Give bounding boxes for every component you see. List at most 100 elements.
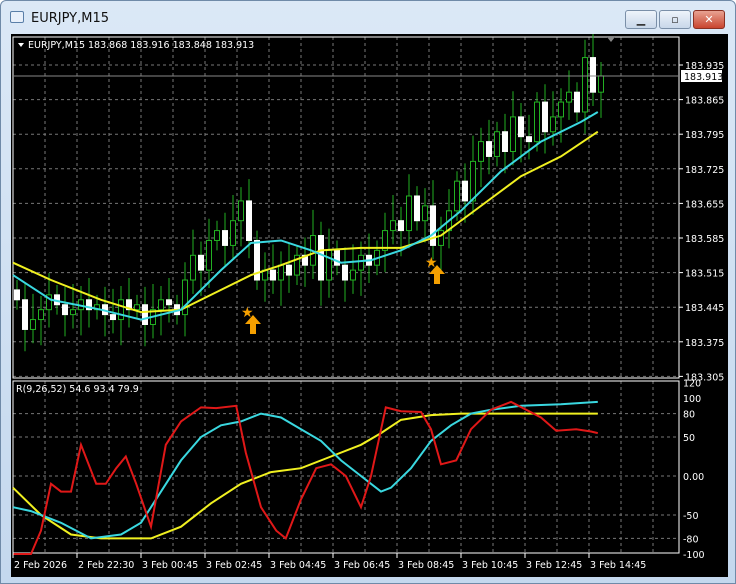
price-label: 183.375 <box>685 338 724 349</box>
bull-candle <box>598 75 604 93</box>
bull-candle <box>214 230 220 241</box>
bull-candle <box>454 180 460 212</box>
time-label: 3 Feb 10:45 <box>462 560 518 571</box>
time-label: 3 Feb 14:45 <box>590 560 646 571</box>
time-label: 3 Feb 00:45 <box>142 560 198 571</box>
time-label: 2 Feb 22:30 <box>78 560 134 571</box>
bull-candle <box>478 141 484 162</box>
bear-candle <box>526 136 532 143</box>
dropdown-triangle-icon[interactable] <box>18 43 24 47</box>
bull-candle <box>134 304 140 311</box>
price-label: 183.445 <box>685 303 724 314</box>
bear-candle <box>198 254 204 271</box>
price-label: 183.935 <box>685 61 724 72</box>
bear-candle <box>318 235 324 281</box>
price-chart[interactable]: ★ ★ EURJPY,M15 183.868 183.916 183.848 18… <box>11 34 728 577</box>
lines <box>12 111 599 555</box>
indicator-level-label: 0.00 <box>683 472 704 483</box>
chart-window: EURJPY,M15 ▁ ▫ ✕ ★ ★ EURJPY,M15 183.868 1… <box>0 0 736 584</box>
window-title: EURJPY,M15 <box>31 11 109 26</box>
bull-candle <box>38 309 44 321</box>
main-header: EURJPY,M15 183.868 183.916 183.848 183.9… <box>28 40 254 51</box>
bear-candle <box>502 131 508 153</box>
bear-candle <box>414 195 420 222</box>
time-label: 3 Feb 04:45 <box>270 560 326 571</box>
maximize-icon: ▫ <box>671 13 679 26</box>
bull-candle <box>390 220 396 232</box>
bull-candle <box>158 299 164 311</box>
current-price-label: 183.913 <box>684 72 723 83</box>
bear-candle <box>486 141 492 157</box>
bull-candle <box>534 101 540 143</box>
indicator-cyan-line <box>12 400 598 540</box>
indicator-level-label: 100 <box>683 394 701 405</box>
maximize-button[interactable]: ▫ <box>659 10 691 29</box>
bear-candle <box>334 249 340 266</box>
bear-candle <box>22 299 28 330</box>
indicator-level-label: 120 <box>683 378 701 389</box>
bull-candle <box>238 200 244 222</box>
bear-candle <box>246 200 252 241</box>
bull-candle <box>582 57 588 113</box>
bull-candle <box>350 269 356 281</box>
indicator-level-label: -100 <box>683 550 705 561</box>
bear-candle <box>574 91 580 113</box>
bear-candle <box>110 314 116 321</box>
bull-candle <box>206 239 212 271</box>
bear-candle <box>270 269 276 281</box>
bear-candle <box>518 116 524 138</box>
bull-candle <box>558 101 564 118</box>
bear-candle <box>398 220 404 232</box>
bear-candle <box>542 101 548 133</box>
bear-candle <box>222 230 228 246</box>
price-label: 183.515 <box>685 269 724 280</box>
bull-candle <box>510 116 516 152</box>
bull-candle <box>358 254 364 271</box>
bull-candle <box>494 131 500 157</box>
time-label: 3 Feb 02:45 <box>206 560 262 571</box>
bull-candle <box>422 205 428 222</box>
indicator-red-line <box>13 400 599 555</box>
time-label: 3 Feb 08:45 <box>398 560 454 571</box>
bear-candle <box>142 304 148 326</box>
bull-candle <box>230 220 236 246</box>
time-label: 3 Feb 12:45 <box>526 560 582 571</box>
bull-candle <box>30 319 36 330</box>
indicator-level-label: -50 <box>683 511 699 522</box>
indicator-level-label: -80 <box>683 534 699 545</box>
chart-window-icon <box>10 11 24 23</box>
bull-candle <box>118 299 124 321</box>
shift-marker-icon[interactable] <box>607 37 615 42</box>
close-button[interactable]: ✕ <box>693 10 725 29</box>
bear-candle <box>590 57 596 93</box>
bull-candle <box>566 91 572 103</box>
bear-candle <box>14 289 20 301</box>
price-label: 183.795 <box>685 130 724 141</box>
bull-candle <box>326 249 332 281</box>
time-label: 2 Feb 2026 <box>14 560 67 571</box>
bull-candle <box>190 254 196 281</box>
bull-candle <box>550 116 556 133</box>
minimize-icon: ▁ <box>636 13 646 26</box>
price-label: 183.655 <box>685 199 724 210</box>
candles <box>14 34 604 352</box>
bull-candle <box>438 230 444 246</box>
bear-candle <box>462 180 468 202</box>
indicator-plot-frame <box>12 380 680 554</box>
bear-candle <box>286 264 292 276</box>
bull-candle <box>406 195 412 232</box>
close-icon: ✕ <box>704 13 714 26</box>
bull-candle <box>70 309 76 316</box>
bear-candle <box>342 264 348 281</box>
bear-candle <box>62 304 68 316</box>
bull-candle <box>470 160 476 202</box>
price-label: 183.865 <box>685 96 724 107</box>
minimize-button[interactable]: ▁ <box>625 10 657 29</box>
time-label: 3 Feb 06:45 <box>334 560 390 571</box>
indicator-level-label: 80 <box>683 410 695 421</box>
price-label: 183.585 <box>685 234 724 245</box>
bear-candle <box>166 299 172 306</box>
price-label: 183.725 <box>685 165 724 176</box>
bull-candle <box>278 264 284 281</box>
indicator-header: R(9,26,52) 54.6 93.4 79.9 <box>16 384 139 395</box>
